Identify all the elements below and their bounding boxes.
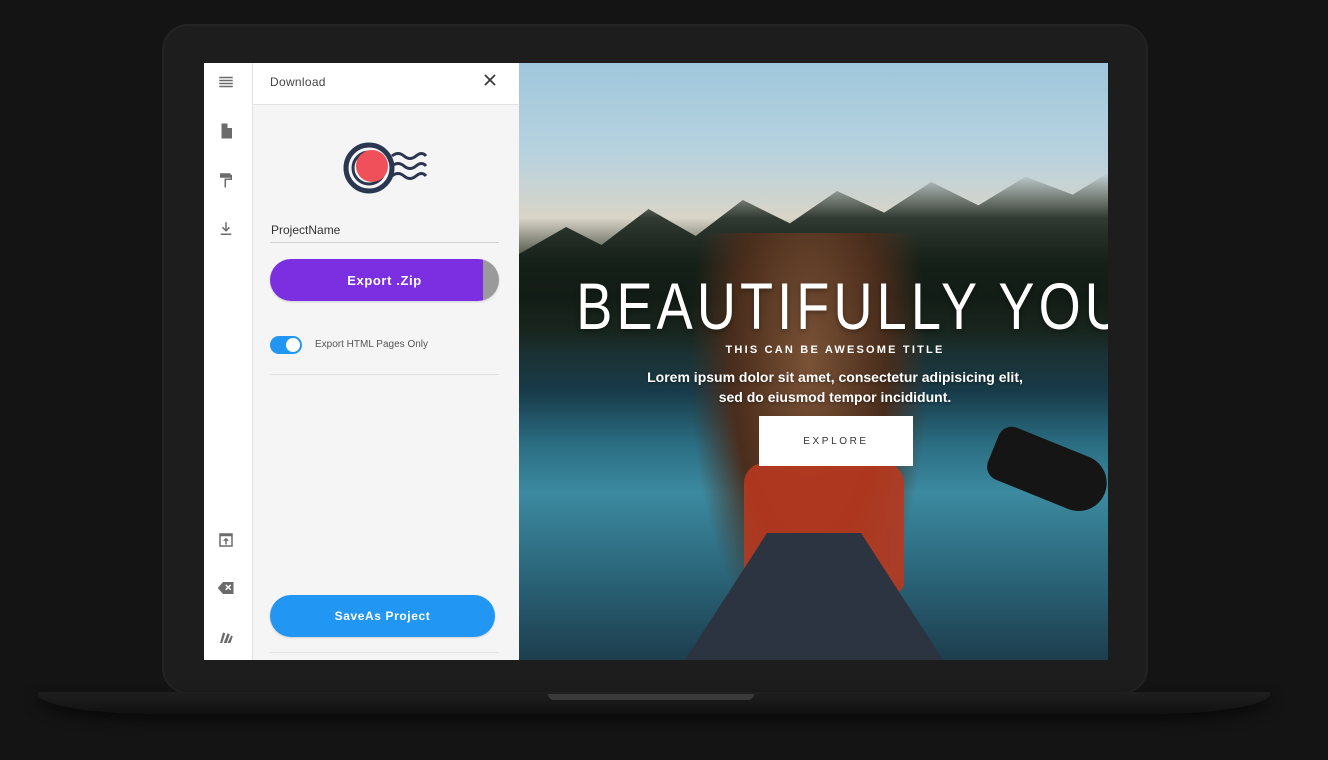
saveas-project-button[interactable]: SaveAs Project [270, 595, 495, 637]
divider-bottom [270, 652, 499, 653]
toggle-knob [286, 338, 300, 352]
backspace-icon[interactable] [214, 578, 238, 598]
icon-rail [204, 63, 253, 660]
project-name-input[interactable] [270, 217, 499, 243]
close-icon [484, 74, 496, 86]
hero-text-line-2: sed do eiusmod tempor incididunt. [718, 389, 952, 405]
page-icon[interactable] [216, 121, 236, 141]
panel-title: Download [270, 75, 326, 89]
close-button[interactable] [481, 71, 499, 89]
hero-title: BEAUTIFULLY YOU. [576, 269, 1108, 343]
preview-canoe [663, 533, 965, 660]
preview-paddle [982, 422, 1108, 520]
open-external-icon[interactable] [216, 530, 236, 550]
toggle-label: Export HTML Pages Only [315, 339, 429, 350]
app-logo [343, 142, 428, 194]
hero-text: Lorem ipsum dolor sit amet, consectetur … [519, 367, 1108, 407]
export-zip-button[interactable]: Export .Zip [270, 259, 499, 301]
download-icon[interactable] [216, 219, 236, 239]
page-preview: BEAUTIFULLY YOU. THIS CAN BE AWESOME TIT… [519, 63, 1108, 660]
divider [270, 374, 499, 375]
export-html-toggle[interactable] [270, 336, 302, 354]
hero-text-line-1: Lorem ipsum dolor sit amet, consectetur … [647, 369, 1023, 385]
explore-button[interactable]: EXPLORE [759, 416, 913, 466]
hero-subtitle: THIS CAN BE AWESOME TITLE [725, 344, 945, 356]
panel-header: Download [253, 63, 519, 105]
layers-icon[interactable] [216, 627, 236, 647]
menu-icon[interactable] [216, 72, 236, 92]
laptop-notch [548, 694, 754, 700]
screen: Download Export .Zip Export HTML Pages O… [204, 63, 1108, 660]
download-panel: Download Export .Zip Export HTML Pages O… [253, 63, 519, 660]
paint-roller-icon[interactable] [216, 170, 236, 190]
